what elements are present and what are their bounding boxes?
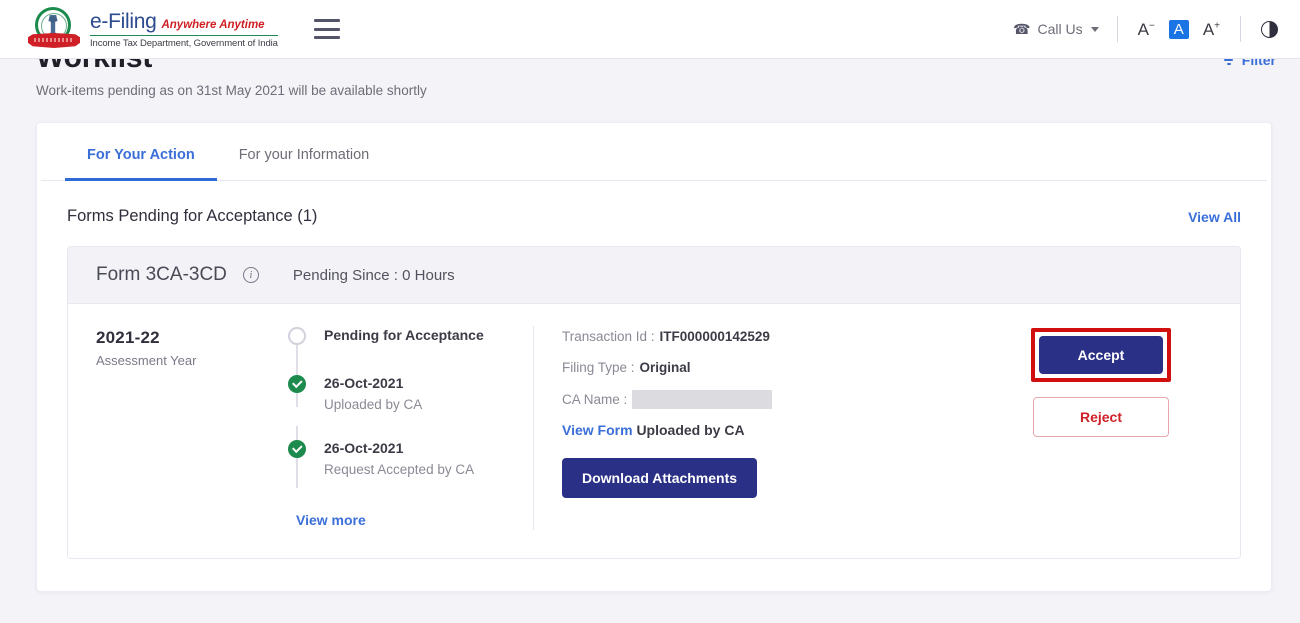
brand-logo[interactable]: e-Filing Anywhere Anytime Income Tax Dep… [28,6,278,52]
font-normal-button[interactable]: A [1169,20,1189,39]
worklist-panel: For Your Action For your Information For… [36,122,1272,592]
tab-for-your-information[interactable]: For your Information [217,123,392,181]
font-size-controls: A− A A+ [1118,20,1240,39]
form-details-column: Transaction Id : ITF000000142529 Filing … [534,326,990,530]
accept-button-highlight: Accept [1031,328,1171,382]
worklist-tabs: For Your Action For your Information [41,123,1267,181]
download-attachments-button[interactable]: Download Attachments [562,458,757,498]
assessment-year-value: 2021-22 [96,328,278,348]
call-us-dropdown[interactable]: ☎ Call Us [1013,21,1117,38]
status-timeline: Pending for Acceptance 26-Oct-2021 Uploa… [278,326,534,530]
assessment-year-label: Assessment Year [96,353,278,368]
ca-name-row: CA Name : [562,390,990,409]
filing-type-value: Original [640,359,691,377]
form-card: Form 3CA-3CD i Pending Since : 0 Hours 2… [67,246,1241,559]
brand-title: e-Filing [90,10,156,34]
transaction-id-value: ITF000000142529 [660,328,770,346]
timeline-item-title: 26-Oct-2021 [324,439,474,457]
section-header: Forms Pending for Acceptance (1) View Al… [37,181,1271,246]
view-all-link[interactable]: View All [1188,209,1241,225]
chevron-down-icon [1091,27,1099,32]
top-header-bar: e-Filing Anywhere Anytime Income Tax Dep… [0,0,1300,59]
timeline-item-subtitle: Request Accepted by CA [324,461,474,478]
timeline-check-icon [288,440,306,458]
font-decrease-button[interactable]: A− [1138,21,1155,38]
pending-since-label: Pending Since : 0 Hours [293,267,455,284]
form-card-header: Form 3CA-3CD i Pending Since : 0 Hours [68,247,1240,304]
hamburger-menu-icon[interactable] [314,19,340,39]
header-actions: ☎ Call Us A− A A+ [1013,12,1278,46]
info-icon[interactable]: i [243,267,259,283]
timeline-pending-icon [288,327,306,345]
timeline-item: 26-Oct-2021 Uploaded by CA [288,374,533,439]
call-us-label: Call Us [1037,21,1082,37]
contrast-icon [1261,21,1278,38]
page-scroll-container: Worklist Work-items pending as on 31st M… [0,0,1300,592]
form-card-body: 2021-22 Assessment Year Pending for Acce… [68,304,1240,558]
timeline-item: 26-Oct-2021 Request Accepted by CA [288,439,533,504]
reject-button[interactable]: Reject [1033,397,1169,437]
tab-for-your-action[interactable]: For Your Action [65,123,217,181]
transaction-id-row: Transaction Id : ITF000000142529 [562,328,990,346]
accept-button[interactable]: Accept [1039,336,1163,374]
view-more-link[interactable]: View more [296,512,366,528]
view-form-caption: Uploaded by CA [636,422,744,438]
income-tax-emblem-icon [28,6,80,52]
view-form-link[interactable]: View Form [562,422,633,438]
contrast-toggle[interactable] [1241,21,1278,38]
section-title: Forms Pending for Acceptance (1) [67,207,317,226]
ca-name-label: CA Name : [562,391,627,409]
phone-icon: ☎ [1013,21,1030,38]
transaction-id-label: Transaction Id : [562,328,655,346]
filing-type-row: Filing Type : Original [562,359,990,377]
timeline-item-title: Pending for Acceptance [324,326,484,344]
page-subtitle: Work-items pending as on 31st May 2021 w… [36,82,1300,100]
timeline-item: Pending for Acceptance [288,326,533,374]
timeline-check-icon [288,375,306,393]
form-actions-column: Accept Reject [990,326,1240,530]
timeline-item-title: 26-Oct-2021 [324,374,422,392]
font-increase-button[interactable]: A+ [1203,21,1220,38]
timeline-item-subtitle: Uploaded by CA [324,396,422,413]
form-name: Form 3CA-3CD [96,264,227,286]
brand-department: Income Tax Department, Government of Ind… [90,38,278,49]
view-form-row: View Form Uploaded by CA [562,422,990,438]
brand-tagline: Anywhere Anytime [161,19,264,31]
assessment-year-column: 2021-22 Assessment Year [68,326,278,530]
ca-name-redacted-value [632,390,772,409]
filing-type-label: Filing Type : [562,359,635,377]
